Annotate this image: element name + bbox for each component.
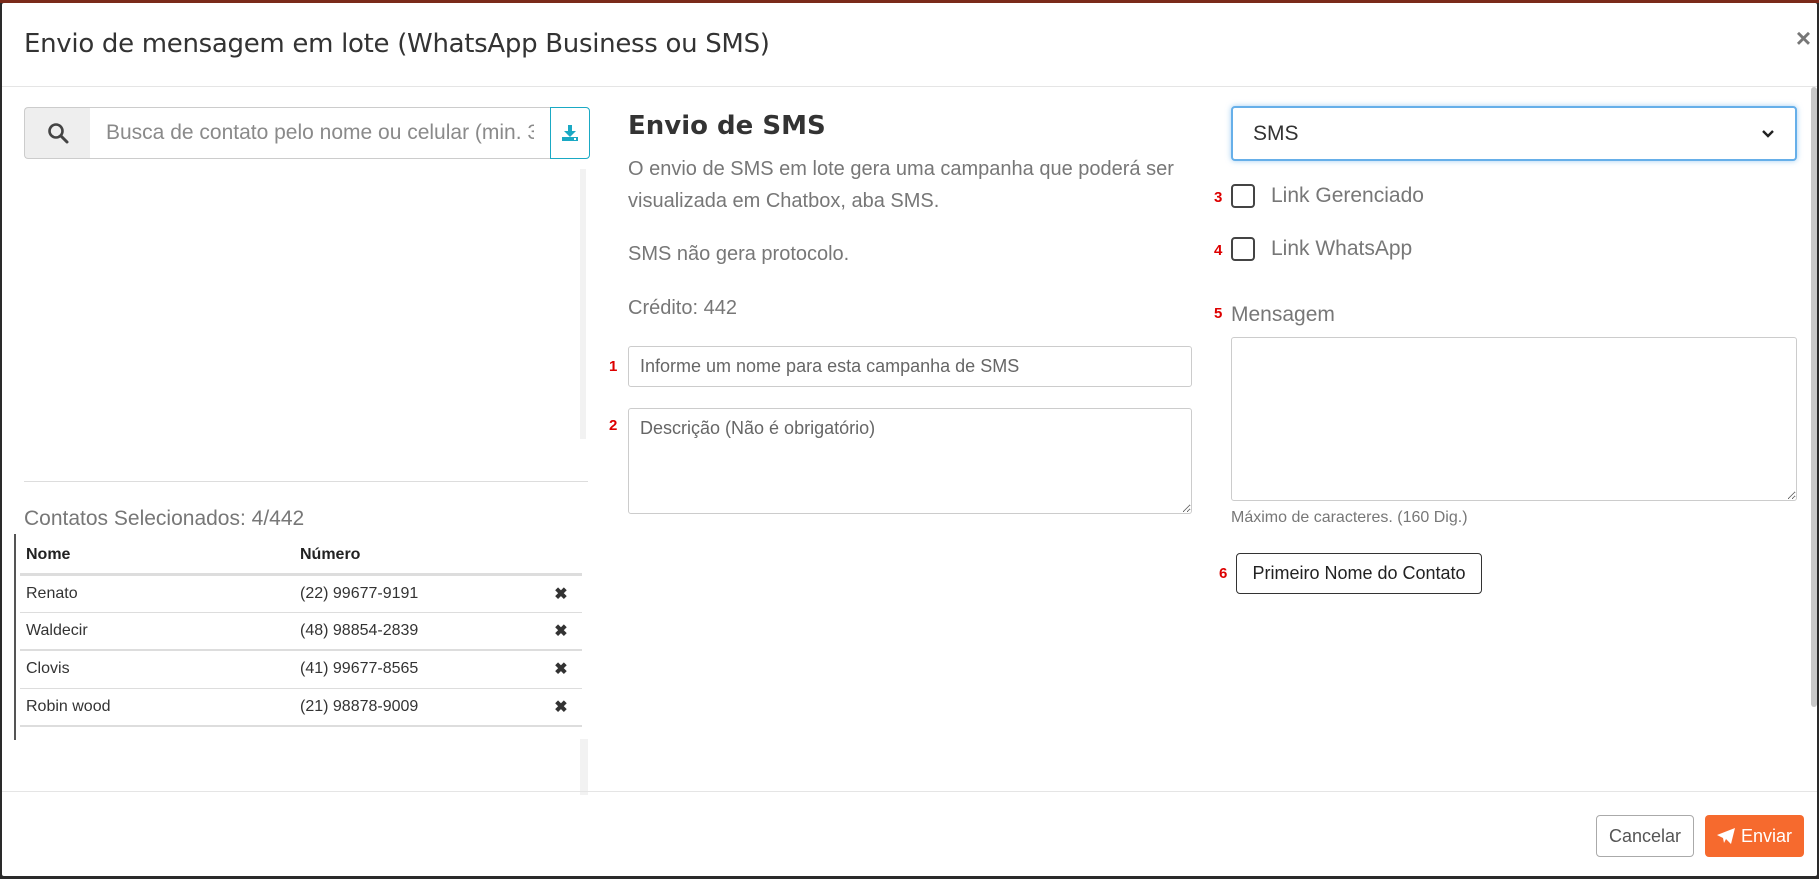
campaign-name-input[interactable] [628, 346, 1192, 387]
link-whatsapp-checkbox[interactable] [1231, 237, 1255, 261]
table-row: Clovis (41) 99677-8565 ✖ [20, 650, 582, 689]
message-label: Mensagem [1231, 303, 1335, 326]
contact-search-input[interactable] [90, 107, 550, 159]
selected-contacts-count: Contatos Selecionados: 4/442 [24, 507, 305, 530]
sms-section-title: Envio de SMS [628, 111, 826, 141]
table-row: Renato (22) 99677-9191 ✖ [20, 574, 582, 613]
contact-number: (22) 99677-9191 [294, 574, 534, 613]
link-whatsapp-label: Link WhatsApp [1271, 237, 1413, 260]
insert-first-name-button[interactable]: Primeiro Nome do Contato [1236, 553, 1482, 594]
contact-number: (48) 98854-2839 [294, 612, 534, 651]
column-header-remove [534, 538, 582, 576]
column-header-number: Número [294, 538, 534, 576]
contact-name: Waldecir [20, 612, 294, 651]
link-managed-option: Link Gerenciado [1231, 184, 1424, 208]
modal-footer-divider [2, 791, 1817, 792]
step-marker-2: 2 [609, 417, 618, 434]
contact-number: (41) 99677-8565 [294, 650, 534, 689]
batch-message-modal: Envio de mensagem em lote (WhatsApp Busi… [2, 3, 1817, 876]
search-results-scrollbar[interactable] [580, 169, 586, 439]
search-icon [47, 123, 68, 144]
search-icon-addon [24, 107, 90, 159]
divider [24, 481, 588, 482]
modal-title: Envio de mensagem em lote (WhatsApp Busi… [24, 29, 770, 59]
campaign-description-textarea[interactable] [628, 408, 1192, 514]
cancel-button[interactable]: Cancelar [1596, 815, 1694, 857]
modal-header: Envio de mensagem em lote (WhatsApp Busi… [2, 3, 1817, 87]
send-button[interactable]: Enviar [1705, 815, 1804, 857]
table-row: Waldecir (48) 98854-2839 ✖ [20, 612, 582, 651]
step-marker-3: 3 [1214, 189, 1223, 206]
sms-credit: Crédito: 442 [628, 297, 737, 319]
download-button[interactable] [550, 107, 590, 159]
remove-contact-icon[interactable]: ✖ [534, 612, 582, 651]
link-managed-label: Link Gerenciado [1271, 184, 1424, 207]
remove-contact-icon[interactable]: ✖ [534, 650, 582, 689]
sms-description: O envio de SMS em lote gera uma campanha… [628, 158, 1174, 212]
close-icon[interactable]: × [1796, 25, 1811, 51]
message-textarea[interactable] [1231, 337, 1797, 501]
remove-contact-icon[interactable]: ✖ [534, 688, 582, 727]
contact-search-group [24, 107, 590, 159]
table-header-row: Nome Número [20, 538, 582, 576]
contacts-scrollbar[interactable] [580, 739, 588, 795]
step-marker-4: 4 [1214, 242, 1223, 259]
sms-protocol-note: SMS não gera protocolo. [628, 243, 850, 265]
download-icon [562, 125, 578, 141]
link-managed-checkbox[interactable] [1231, 184, 1255, 208]
contact-name: Robin wood [20, 688, 294, 727]
channel-select[interactable]: SMS [1231, 106, 1797, 161]
selected-contacts-list: Nome Número Renato (22) 99677-9191 ✖ Wal… [14, 534, 590, 740]
modal-scrollbar[interactable] [1811, 87, 1817, 707]
message-char-limit-help: Máximo de caracteres. (160 Dig.) [1231, 509, 1468, 526]
chevron-down-icon [1762, 129, 1774, 138]
step-marker-6: 6 [1219, 565, 1228, 582]
contact-name: Clovis [20, 650, 294, 689]
table-row: Robin wood (21) 98878-9009 ✖ [20, 688, 582, 727]
contact-number: (21) 98878-9009 [294, 688, 534, 727]
step-marker-1: 1 [609, 358, 618, 375]
link-whatsapp-option: Link WhatsApp [1231, 237, 1412, 261]
contacts-table: Nome Número Renato (22) 99677-9191 ✖ Wal… [20, 538, 582, 727]
column-header-name: Nome [20, 538, 294, 576]
paper-plane-icon [1716, 828, 1735, 844]
channel-select-value: SMS [1253, 121, 1299, 145]
contact-name: Renato [20, 574, 294, 613]
step-marker-5: 5 [1214, 305, 1223, 322]
send-button-label: Enviar [1740, 825, 1793, 846]
remove-contact-icon[interactable]: ✖ [534, 574, 582, 613]
